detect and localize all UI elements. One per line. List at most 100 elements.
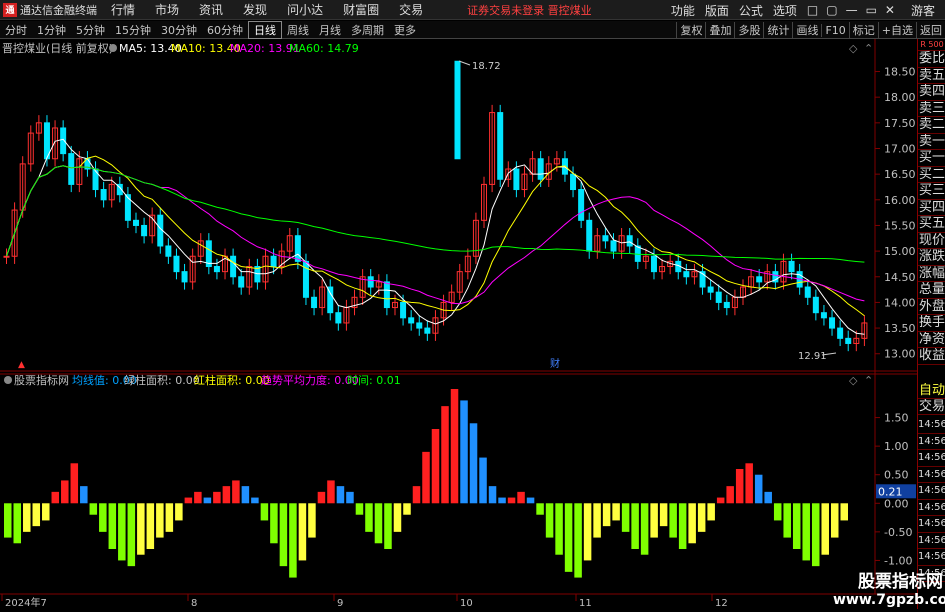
- period-15min[interactable]: 15分钟: [110, 22, 156, 38]
- period-multi[interactable]: 多周期: [346, 22, 389, 38]
- expand-icon[interactable]: ◇: [849, 42, 858, 55]
- ind-param-2: 绿柱面积: 0.00: [124, 373, 200, 387]
- guest-label[interactable]: 游客: [911, 2, 935, 19]
- price-tick-6: 15.50: [884, 219, 916, 232]
- tool-duogu[interactable]: 多股: [734, 22, 763, 38]
- side-item-7[interactable]: 买二: [918, 167, 945, 184]
- period-monthly[interactable]: 月线: [314, 22, 346, 38]
- event-marker-icon[interactable]: ▲: [18, 360, 25, 370]
- ind-tick-2: 0.50: [884, 469, 909, 482]
- app-logo-icon: 通: [3, 3, 17, 17]
- menu-gongneng[interactable]: 功能: [671, 2, 695, 19]
- side-item-6[interactable]: 买一: [918, 150, 945, 167]
- x-label-4: 11: [579, 598, 592, 609]
- side-time-3: 14:56: [918, 467, 945, 484]
- tool-zixuan[interactable]: +自选: [878, 22, 916, 38]
- x-label-0: 2024年7: [5, 596, 47, 609]
- side-item-5[interactable]: 卖一: [918, 134, 945, 151]
- tool-fuquan[interactable]: 复权: [676, 22, 705, 38]
- kline-chart[interactable]: 18.5018.0017.5017.0016.5016.0015.5015.00…: [0, 39, 917, 609]
- side-extra-0[interactable]: 自动: [918, 383, 945, 399]
- side-item-1[interactable]: 卖五: [918, 68, 945, 85]
- ind-collapse-icon[interactable]: ⌃: [864, 374, 873, 387]
- side-item-8[interactable]: 买三: [918, 183, 945, 200]
- tool-diejia[interactable]: 叠加: [705, 22, 734, 38]
- x-label-3: 10: [460, 598, 473, 609]
- menu-banmian[interactable]: 版面: [705, 2, 729, 19]
- menu-zixun[interactable]: 资讯: [199, 1, 223, 18]
- chart-title: 晋控煤业(日线 前复权): [2, 41, 113, 55]
- high-price-label: 18.72: [472, 61, 501, 72]
- indicator-name: 股票指标网: [14, 373, 69, 387]
- side-time-5: 14:56: [918, 500, 945, 517]
- period-5min[interactable]: 5分钟: [71, 22, 110, 38]
- menu-shichang[interactable]: 市场: [155, 1, 179, 18]
- watermark-url: www.7gpzb.com: [833, 592, 943, 608]
- x-label-1: 8: [191, 598, 197, 609]
- low-price-label: 12.91: [798, 351, 827, 362]
- period-30min[interactable]: 30分钟: [156, 22, 202, 38]
- period-more[interactable]: 更多: [389, 22, 421, 38]
- side-item-16[interactable]: 换手: [918, 315, 945, 332]
- side-item-0[interactable]: 委比: [918, 51, 945, 68]
- window-mode-icon[interactable]: □: [807, 3, 818, 17]
- high-pointer: [459, 61, 470, 65]
- menu-faxian[interactable]: 发现: [243, 1, 267, 18]
- price-tick-1: 18.00: [884, 91, 916, 104]
- window-layout-icon[interactable]: ▢: [826, 3, 837, 17]
- side-item-10[interactable]: 买五: [918, 216, 945, 233]
- login-notice[interactable]: 证券交易未登录 晋控煤业: [467, 2, 592, 18]
- side-item-14[interactable]: 总量: [918, 282, 945, 299]
- tool-tongji[interactable]: 统计: [763, 22, 792, 38]
- cai-marker[interactable]: 财: [550, 357, 560, 370]
- collapse-icon[interactable]: ⌃: [864, 42, 873, 55]
- menu-jiaoyi[interactable]: 交易: [399, 1, 423, 18]
- period-fenshi[interactable]: 分时: [0, 22, 32, 38]
- side-item-17[interactable]: 净资: [918, 332, 945, 349]
- side-item-12[interactable]: 涨跌: [918, 249, 945, 266]
- side-item-4[interactable]: 卖二: [918, 117, 945, 134]
- menu-xuanxiang[interactable]: 选项: [773, 2, 797, 19]
- maximize-icon[interactable]: ▭: [866, 3, 877, 17]
- side-item-18[interactable]: 收益: [918, 348, 945, 365]
- side-time-7: 14:56: [918, 533, 945, 550]
- tool-huaxian[interactable]: 画线: [792, 22, 821, 38]
- ind-tick-5: -0.50: [884, 526, 912, 539]
- tool-fanhui[interactable]: 返回: [916, 22, 945, 38]
- ind-tick-4: 0.00: [884, 497, 909, 510]
- period-weekly[interactable]: 周线: [282, 22, 314, 38]
- period-daily[interactable]: 日线: [248, 21, 282, 39]
- close-icon[interactable]: ✕: [885, 3, 895, 17]
- x-label-5: 12: [715, 598, 728, 609]
- menu-hangqing[interactable]: 行情: [111, 1, 135, 18]
- app-title: 通达信金融终端: [20, 2, 97, 18]
- menu-gongshi[interactable]: 公式: [739, 2, 763, 19]
- side-time-2: 14:56: [918, 450, 945, 467]
- price-tick-0: 18.50: [884, 66, 916, 79]
- price-tick-10: 13.50: [884, 322, 916, 335]
- indicator-settings-icon[interactable]: [4, 376, 12, 384]
- watermark-title: 股票指标网: [833, 567, 943, 592]
- side-time-1: 14:56: [918, 434, 945, 451]
- side-item-13[interactable]: 涨幅: [918, 266, 945, 283]
- side-extra-1[interactable]: 交易: [918, 399, 945, 415]
- chart-area[interactable]: 18.5018.0017.5017.0016.5016.0015.5015.00…: [0, 39, 945, 609]
- menu-caifuquan[interactable]: 财富圈: [343, 1, 379, 18]
- side-top-label: R 500: [918, 39, 945, 51]
- ind-tick-0: 1.50: [884, 412, 909, 425]
- ind-expand-icon[interactable]: ◇: [849, 374, 858, 387]
- side-item-9[interactable]: 买四: [918, 200, 945, 217]
- side-item-11[interactable]: 现价: [918, 233, 945, 250]
- side-time-6: 14:56: [918, 516, 945, 533]
- ma-settings-icon[interactable]: [109, 44, 117, 52]
- minimize-icon[interactable]: —: [846, 3, 858, 17]
- side-time-0: 14:56: [918, 417, 945, 434]
- side-item-15[interactable]: 外盘: [918, 299, 945, 316]
- side-item-2[interactable]: 卖四: [918, 84, 945, 101]
- tool-f10[interactable]: F10: [821, 24, 848, 37]
- menu-wenxiaoda[interactable]: 问小达: [287, 1, 323, 18]
- tool-biaoji[interactable]: 标记: [849, 22, 878, 38]
- side-item-3[interactable]: 卖三: [918, 101, 945, 118]
- period-1min[interactable]: 1分钟: [32, 22, 71, 38]
- period-60min[interactable]: 60分钟: [202, 22, 248, 38]
